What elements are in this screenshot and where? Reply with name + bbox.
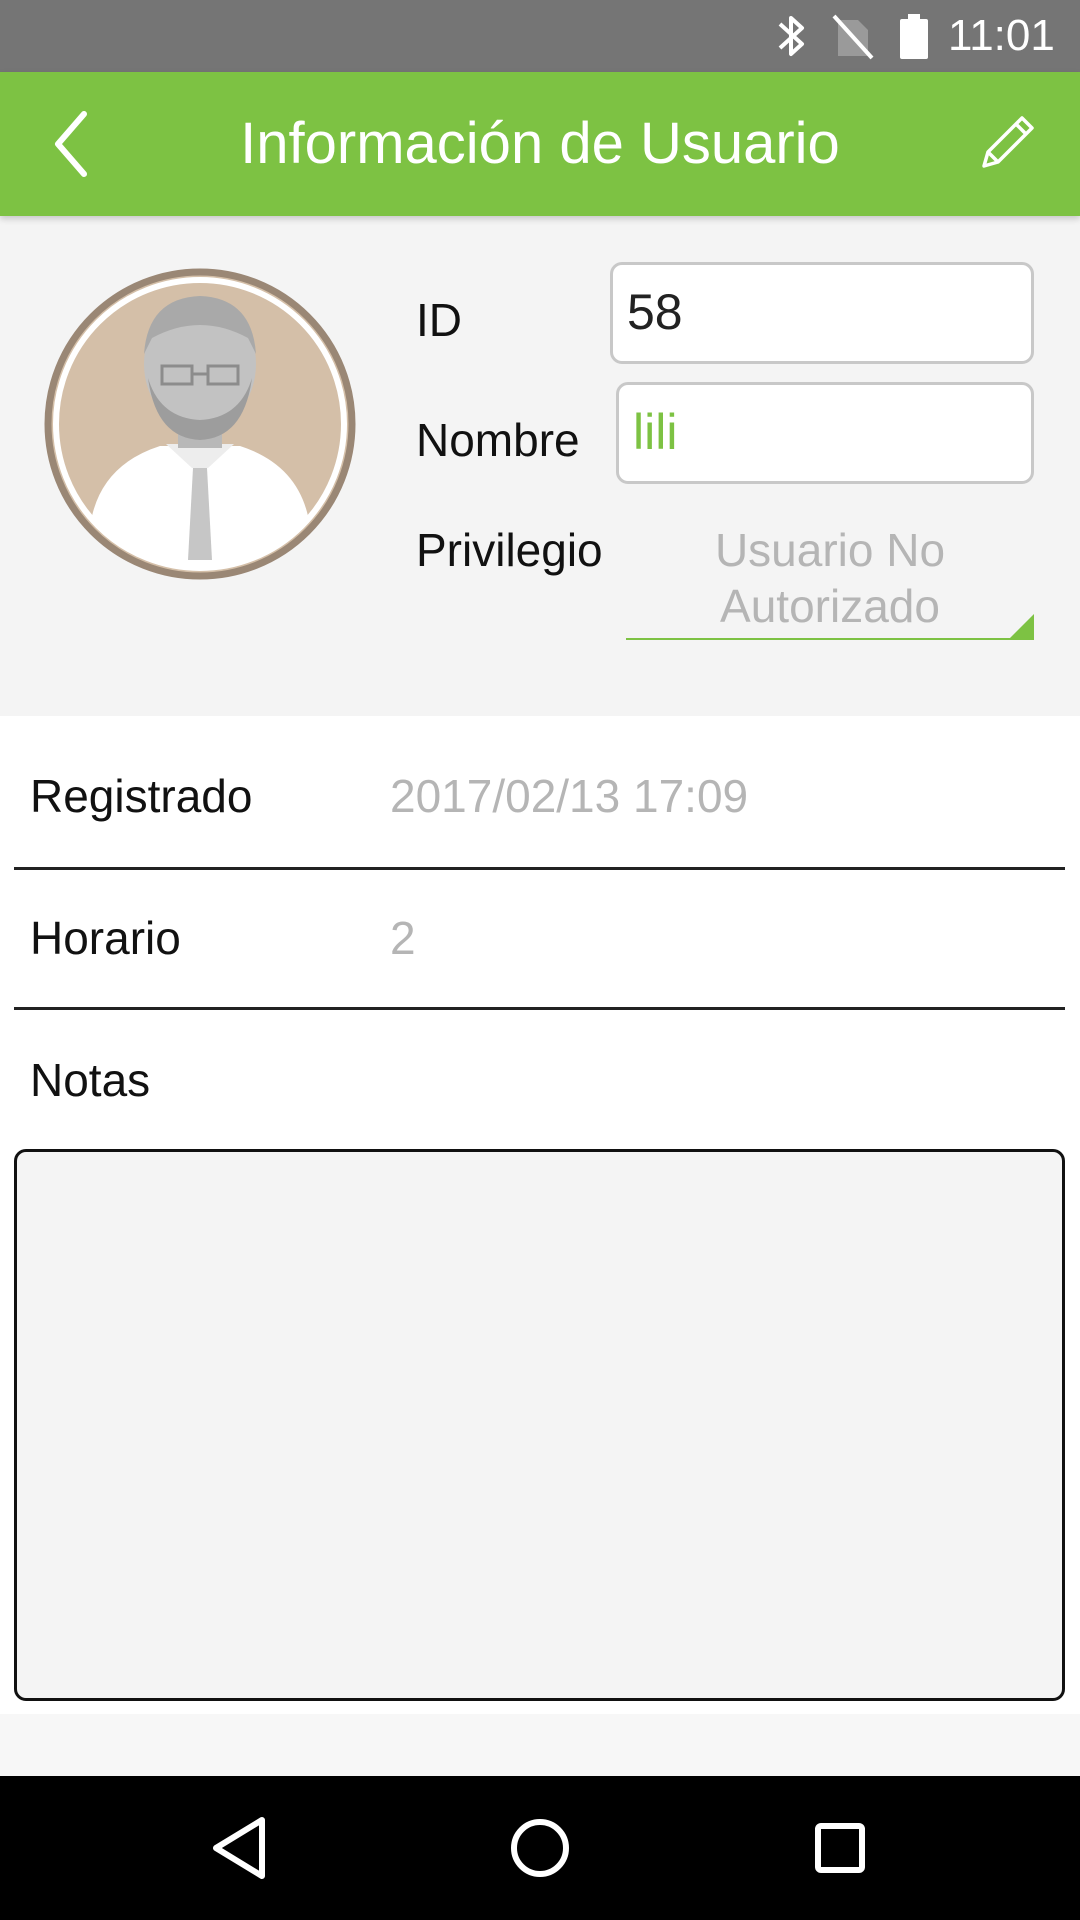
schedule-row[interactable]: Horario 2 — [0, 858, 1080, 998]
dropdown-triangle-icon — [1010, 614, 1034, 638]
privilege-dropdown[interactable]: Usuario No Autorizado — [626, 522, 1034, 640]
status-bar: 11:01 — [0, 0, 1080, 72]
privilege-value-line2: Autorizado — [720, 580, 940, 632]
privilege-label: Privilegio — [416, 524, 603, 576]
schedule-value: 2 — [390, 912, 416, 964]
recent-apps-icon[interactable] — [800, 1808, 880, 1888]
no-sim-icon — [832, 14, 874, 60]
system-nav-bar — [0, 1776, 1080, 1920]
divider — [14, 1007, 1065, 1010]
id-field[interactable]: 58 — [610, 262, 1034, 364]
registered-label: Registrado — [30, 770, 253, 822]
notes-textarea[interactable] — [14, 1149, 1065, 1701]
registered-value: 2017/02/13 17:09 — [390, 770, 749, 822]
user-avatar-icon[interactable] — [44, 268, 356, 580]
name-label: Nombre — [416, 414, 580, 466]
bottom-spacer — [0, 1714, 1080, 1776]
pencil-icon[interactable] — [974, 110, 1038, 174]
registered-row: Registrado 2017/02/13 17:09 — [0, 716, 1080, 856]
status-time: 11:01 — [948, 11, 1055, 60]
home-circle-icon[interactable] — [500, 1808, 580, 1888]
page-title: Información de Usuario — [240, 111, 840, 176]
battery-icon — [900, 14, 928, 59]
schedule-label: Horario — [30, 912, 181, 964]
back-chevron-icon[interactable] — [40, 104, 104, 184]
name-field[interactable]: lili — [616, 382, 1034, 484]
profile-section: ID 58 Nombre lili Privilegio Usuario No … — [0, 216, 1080, 716]
privilege-value: Usuario No Autorizado — [626, 522, 1034, 634]
notes-label: Notas — [30, 1054, 151, 1106]
back-triangle-icon[interactable] — [200, 1808, 280, 1888]
bluetooth-icon — [778, 16, 804, 56]
privilege-value-line1: Usuario No — [714, 524, 946, 576]
id-label: ID — [416, 294, 462, 346]
user-info-screen: 11:01 Información de Usuario ID 58 Nombr… — [0, 0, 1080, 1920]
privilege-underline — [626, 638, 1034, 640]
app-bar: Información de Usuario — [0, 72, 1080, 216]
